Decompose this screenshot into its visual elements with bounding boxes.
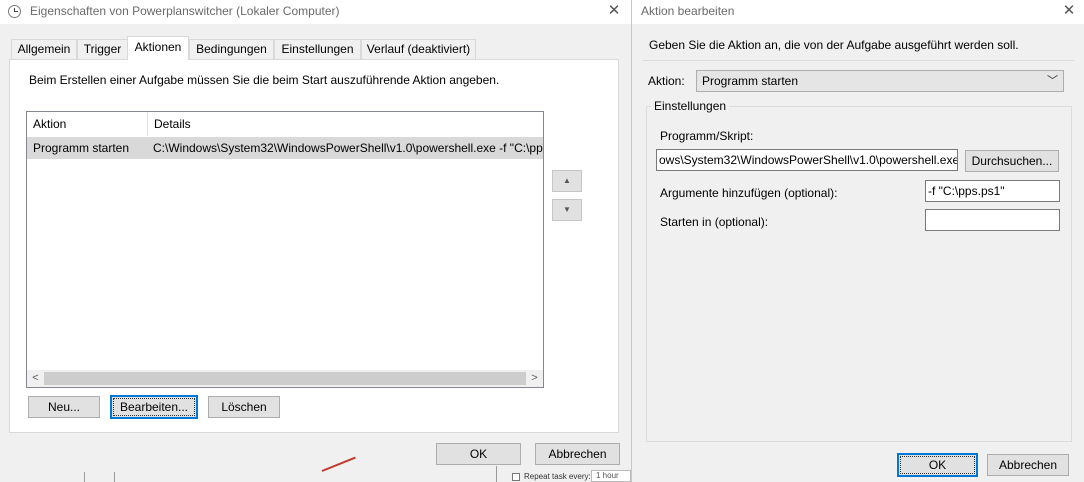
background-repeat-value: 1 hour xyxy=(591,470,631,482)
edit-button[interactable]: Bearbeiten... xyxy=(110,395,198,419)
row-details-cell: C:\Windows\System32\WindowsPowerShell\v1… xyxy=(153,141,543,155)
action-label: Aktion: xyxy=(648,74,685,88)
action-select[interactable]: Programm starten ﹀ xyxy=(696,70,1064,92)
horizontal-scrollbar[interactable]: < > xyxy=(27,370,543,387)
scroll-right-icon[interactable]: > xyxy=(526,370,543,387)
scroll-left-icon[interactable]: < xyxy=(27,370,44,387)
close-icon[interactable]: ✕ xyxy=(604,1,624,21)
chevron-down-icon: ﹀ xyxy=(1047,75,1058,87)
checkbox-icon xyxy=(512,473,520,481)
column-header-details[interactable]: Details xyxy=(148,112,543,136)
left-ok-button[interactable]: OK xyxy=(436,443,521,465)
scrollbar-thumb[interactable] xyxy=(44,372,526,385)
start-in-field[interactable] xyxy=(925,209,1060,231)
tab-allgemein[interactable]: Allgemein xyxy=(11,39,77,59)
tab-bedingungen[interactable]: Bedingungen xyxy=(189,39,274,59)
right-cancel-button[interactable]: Abbrechen xyxy=(987,454,1069,476)
background-fragment xyxy=(84,472,85,482)
left-cancel-button[interactable]: Abbrechen xyxy=(535,443,620,465)
task-properties-dialog: Eigenschaften von Powerplanswitcher (Lok… xyxy=(0,0,632,482)
browse-button[interactable]: Durchsuchen... xyxy=(965,150,1059,172)
background-fragment xyxy=(496,466,497,482)
move-down-button[interactable]: ▼ xyxy=(552,199,582,221)
move-up-button[interactable]: ▲ xyxy=(552,170,582,192)
arguments-field[interactable]: -f "C:\pps.ps1" xyxy=(925,180,1060,202)
tab-einstellungen[interactable]: Einstellungen xyxy=(274,39,361,59)
clock-icon xyxy=(8,5,21,18)
arguments-label: Argumente hinzufügen (optional): xyxy=(660,186,838,200)
start-in-label: Starten in (optional): xyxy=(660,215,769,229)
background-fragment xyxy=(321,456,356,472)
triangle-down-icon: ▼ xyxy=(563,205,571,214)
tab-aktionen[interactable]: Aktionen xyxy=(127,36,189,60)
left-title-bar: Eigenschaften von Powerplanswitcher (Lok… xyxy=(0,0,631,24)
background-fragment xyxy=(114,472,115,482)
tab-verlauf[interactable]: Verlauf (deaktiviert) xyxy=(361,39,476,59)
actions-instruction: Beim Erstellen einer Aufgabe müssen Sie … xyxy=(29,73,500,87)
row-action-cell: Programm starten xyxy=(33,141,130,155)
actions-list[interactable]: Aktion Details Programm starten C:\Windo… xyxy=(26,111,544,388)
program-label: Programm/Skript: xyxy=(660,129,754,143)
program-field[interactable]: ows\System32\WindowsPowerShell\v1.0\powe… xyxy=(656,149,958,171)
left-dialog-title: Eigenschaften von Powerplanswitcher (Lok… xyxy=(30,4,340,18)
delete-button[interactable]: Löschen xyxy=(208,396,280,418)
column-header-aktion[interactable]: Aktion xyxy=(27,112,148,136)
right-dialog-title: Aktion bearbeiten xyxy=(641,4,735,18)
edit-action-instruction: Geben Sie die Aktion an, die von der Auf… xyxy=(649,38,1019,52)
tab-trigger[interactable]: Trigger xyxy=(77,39,128,59)
edit-action-dialog: Aktion bearbeiten ✕ Geben Sie die Aktion… xyxy=(632,0,1084,482)
right-ok-button[interactable]: OK xyxy=(897,453,978,477)
divider xyxy=(642,60,1074,61)
settings-group-label: Einstellungen xyxy=(651,99,730,113)
right-title-bar: Aktion bearbeiten ✕ xyxy=(632,0,1084,24)
action-select-value: Programm starten xyxy=(702,74,799,88)
close-icon[interactable]: ✕ xyxy=(1059,1,1079,21)
background-repeat-label: Repeat task every: xyxy=(524,472,591,481)
triangle-up-icon: ▲ xyxy=(563,176,571,185)
new-button[interactable]: Neu... xyxy=(28,396,100,418)
